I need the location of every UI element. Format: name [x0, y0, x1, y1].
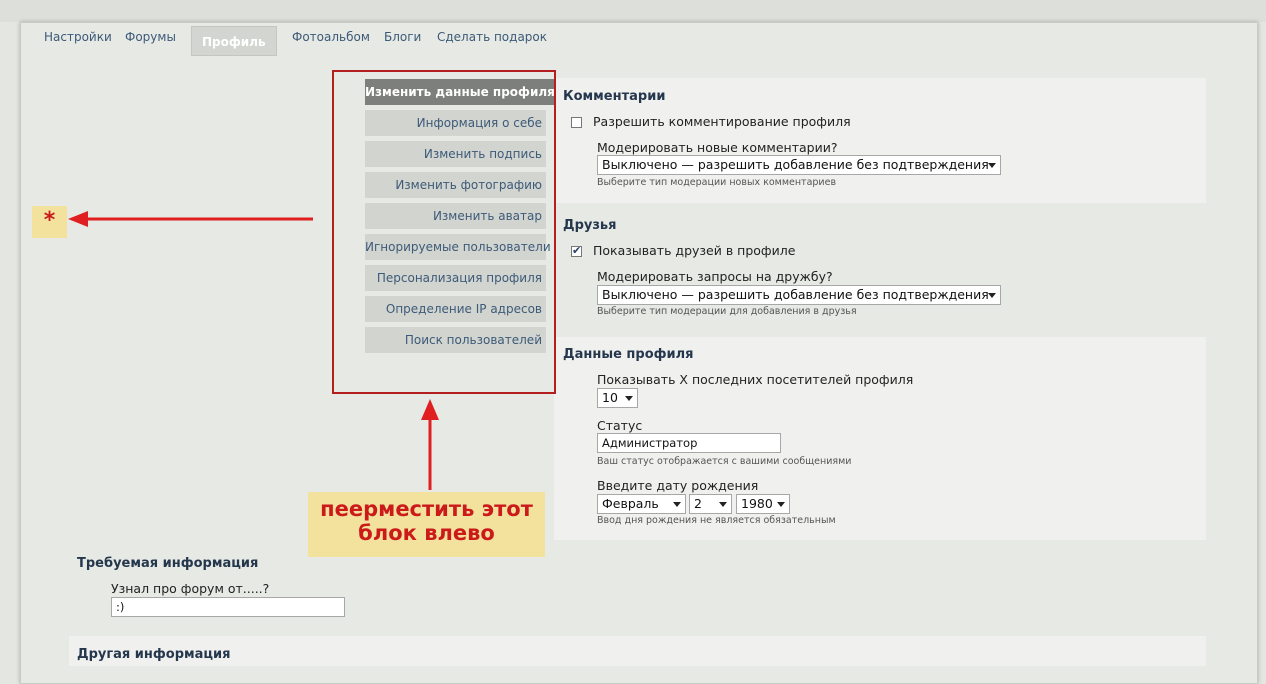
- annotation-note-line1: пеерместить этот: [320, 497, 533, 521]
- up-arrowhead: [421, 399, 439, 420]
- annotation-note: пеерместить этот блок влево: [308, 492, 545, 557]
- annotation-note-line2: блок влево: [358, 521, 495, 545]
- annotation-arrows: [68, 211, 439, 490]
- annotation-star: *: [32, 206, 67, 238]
- left-arrowhead: [68, 211, 88, 227]
